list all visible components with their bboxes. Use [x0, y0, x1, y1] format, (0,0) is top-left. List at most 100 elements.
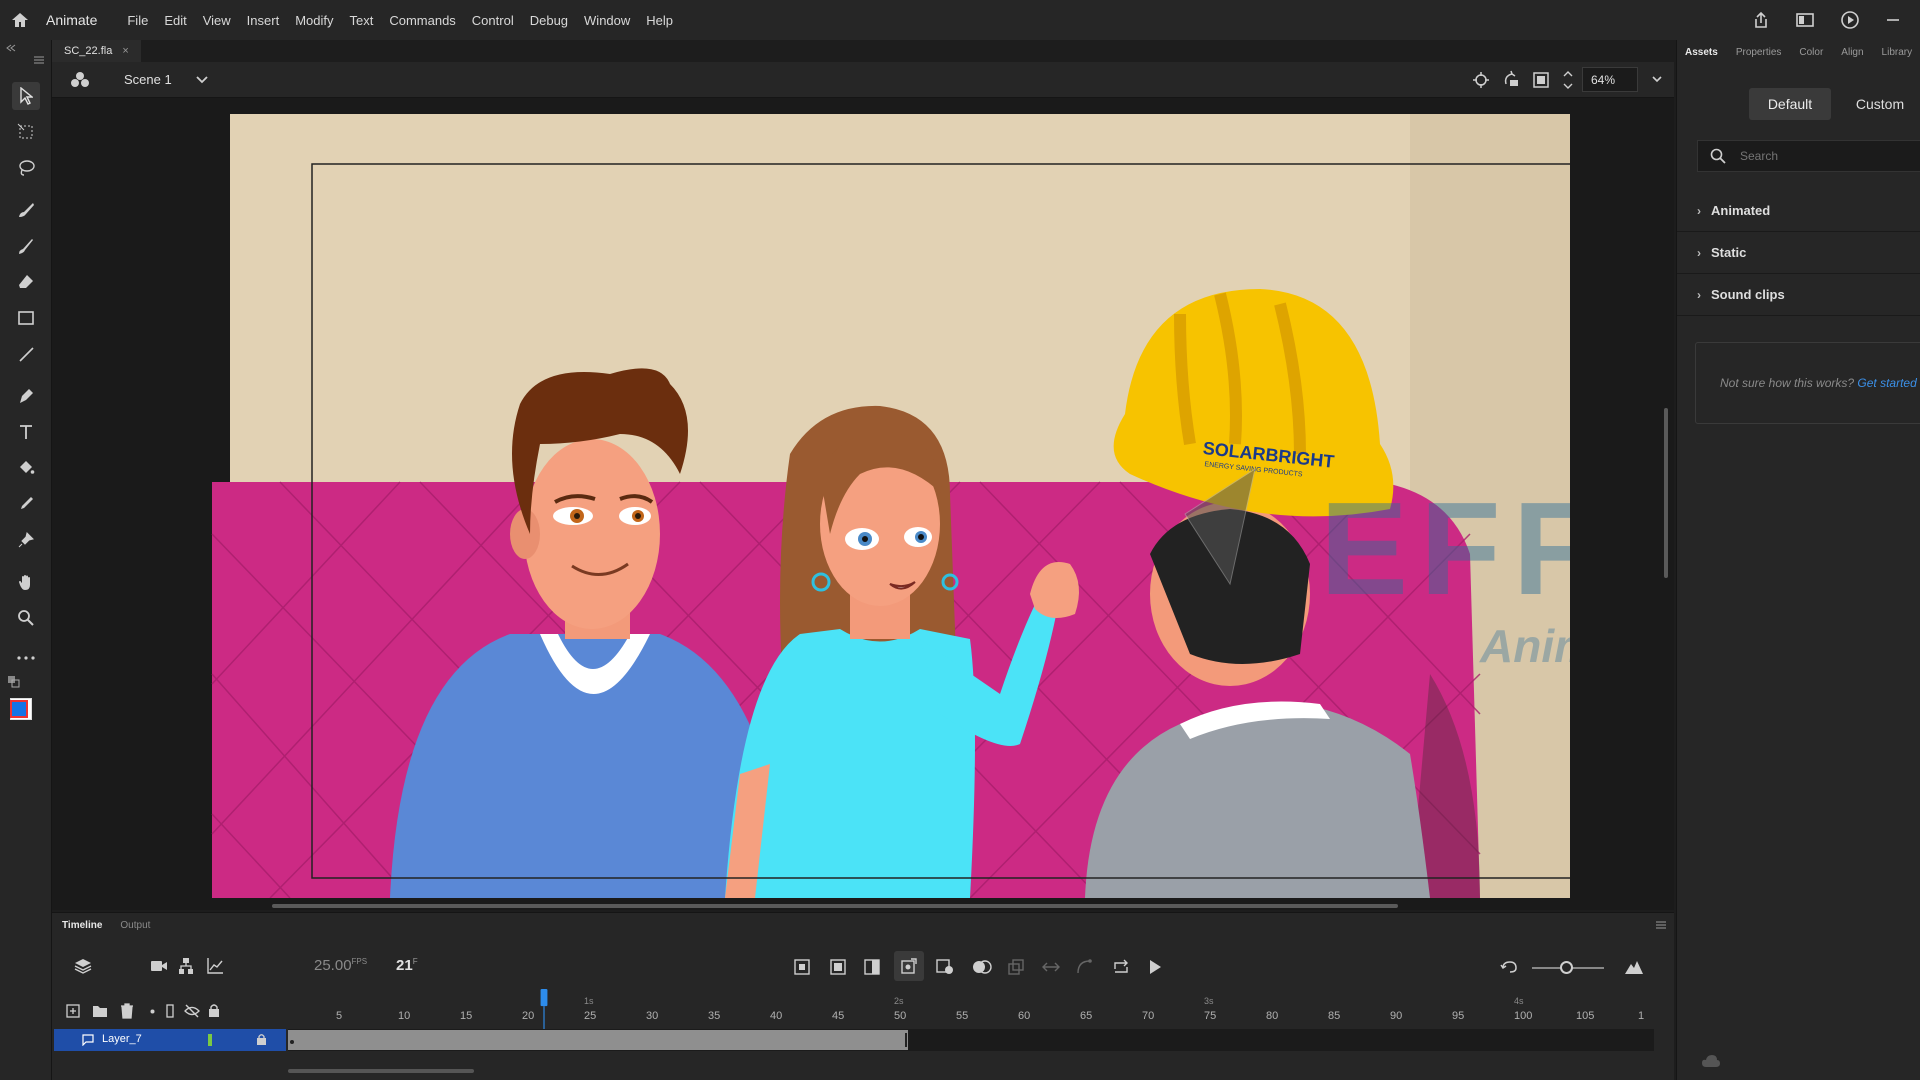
scene-dropdown-chevron-icon[interactable] [196, 76, 208, 84]
pasteboard[interactable]: SOLARBRIGHT ENERGY SAVING PRODUCTS EFFE … [52, 98, 1674, 910]
tab-properties[interactable]: Properties [1728, 47, 1792, 58]
workspace-icon[interactable] [1796, 12, 1814, 28]
section-static[interactable]: › Static [1677, 232, 1920, 274]
edit-multiple-frames-icon[interactable] [1008, 959, 1024, 975]
insert-keyframe-button[interactable] [894, 951, 924, 981]
onion-skin-icon[interactable] [864, 959, 880, 975]
menu-file[interactable]: File [127, 13, 148, 28]
brush-tool[interactable] [12, 232, 40, 260]
free-transform-tool[interactable] [12, 118, 40, 146]
frames-area[interactable] [288, 1029, 1654, 1051]
onion-skin-toggle-icon[interactable] [972, 959, 992, 975]
tools-menu-icon[interactable] [34, 56, 44, 64]
stage-vertical-scrollbar[interactable] [1664, 408, 1668, 578]
menu-window[interactable]: Window [584, 13, 630, 28]
default-colors-icon[interactable] [8, 676, 20, 688]
get-started-link[interactable]: Get started [1857, 376, 1916, 390]
search-input[interactable] [1740, 149, 1900, 163]
layer-lock-icon[interactable] [256, 1033, 267, 1046]
tab-output[interactable]: Output [110, 920, 158, 931]
layer-row[interactable]: Layer_7 [54, 1029, 286, 1051]
menu-modify[interactable]: Modify [295, 13, 333, 28]
delete-layer-icon[interactable] [120, 1003, 134, 1019]
test-movie-icon[interactable] [1840, 10, 1860, 30]
custom-segment-button[interactable]: Custom [1841, 88, 1919, 120]
camera-icon[interactable] [150, 959, 168, 973]
section-animated[interactable]: › Animated [1677, 190, 1920, 232]
menu-view[interactable]: View [203, 13, 231, 28]
layer-parenting-icon[interactable] [178, 957, 194, 975]
undo-timeline-icon[interactable] [1500, 959, 1518, 975]
layers-icon[interactable] [74, 957, 92, 975]
zoom-stepper-icon[interactable] [1562, 68, 1574, 92]
hand-tool[interactable] [12, 568, 40, 596]
menu-edit[interactable]: Edit [164, 13, 186, 28]
stage-horizontal-scrollbar[interactable] [272, 904, 1398, 908]
frame-zoom-slider-handle[interactable] [1560, 961, 1573, 974]
step-back-icon[interactable] [830, 959, 846, 975]
go-to-first-frame-icon[interactable] [794, 959, 810, 975]
text-tool[interactable] [12, 418, 40, 446]
menu-debug[interactable]: Debug [530, 13, 568, 28]
collapse-tools-icon[interactable] [6, 44, 16, 52]
frame-rate[interactable]: 25.00FPS [314, 957, 367, 974]
keyframe-marker[interactable] [290, 1040, 294, 1044]
frame-ruler[interactable]: 5 10 15 20 25 30 35 40 45 50 55 60 65 70 75 80 85 90 95 100… [288, 995, 1654, 1027]
rectangle-tool[interactable] [12, 304, 40, 332]
tab-timeline[interactable]: Timeline [52, 920, 110, 931]
selection-tool[interactable] [12, 82, 40, 110]
fill-color-swatch[interactable] [10, 700, 28, 718]
clear-keyframe-icon[interactable] [936, 959, 954, 975]
close-tab-icon[interactable]: × [122, 45, 128, 57]
eraser-tool[interactable] [12, 268, 40, 296]
new-layer-icon[interactable] [66, 1004, 80, 1018]
menu-commands[interactable]: Commands [389, 13, 455, 28]
rotate-stage-icon[interactable] [1502, 70, 1522, 90]
paint-bucket-tool[interactable] [12, 454, 40, 482]
playhead[interactable] [538, 989, 550, 1029]
hide-layer-icon[interactable] [184, 1004, 200, 1018]
minimize-icon[interactable] [1886, 13, 1900, 27]
zoom-dropdown-chevron-icon[interactable] [1652, 76, 1662, 83]
layer-color-marker[interactable] [208, 1034, 212, 1046]
menu-insert[interactable]: Insert [247, 13, 280, 28]
outline-layer-icon[interactable] [166, 1004, 174, 1018]
timeline-horizontal-scrollbar[interactable] [288, 1069, 474, 1073]
section-sound-clips[interactable]: › Sound clips [1677, 274, 1920, 316]
stage-canvas[interactable]: SOLARBRIGHT ENERGY SAVING PRODUCTS EFFE … [180, 114, 1570, 898]
play-icon[interactable] [1148, 959, 1162, 975]
frame-span[interactable] [288, 1030, 908, 1050]
home-button[interactable] [2, 0, 38, 40]
paint-brush-tool[interactable] [12, 196, 40, 224]
lasso-tool[interactable] [12, 154, 40, 182]
scene-name[interactable]: Scene 1 [124, 72, 172, 87]
menu-control[interactable]: Control [472, 13, 514, 28]
more-tools-button[interactable] [12, 644, 40, 672]
fit-frames-icon[interactable] [1624, 959, 1644, 975]
menu-help[interactable]: Help [646, 13, 673, 28]
graph-icon[interactable] [206, 957, 224, 975]
zoom-input[interactable]: 64% [1582, 67, 1638, 92]
eyedropper-tool[interactable] [12, 490, 40, 518]
timeline-menu-icon[interactable] [1656, 921, 1666, 929]
tween-icon[interactable] [1042, 959, 1060, 975]
cloud-icon[interactable] [1701, 1054, 1721, 1068]
clip-content-icon[interactable] [1532, 71, 1550, 89]
assets-search[interactable] [1697, 140, 1920, 172]
tab-align[interactable]: Align [1833, 47, 1873, 58]
edit-scene-icon[interactable] [70, 71, 90, 89]
lock-layer-icon[interactable] [208, 1003, 220, 1018]
pen-tool[interactable] [12, 382, 40, 410]
zoom-tool[interactable] [12, 604, 40, 632]
highlight-layer-icon[interactable] [150, 1009, 155, 1014]
document-tab[interactable]: SC_22.fla × [52, 40, 141, 62]
pin-tool[interactable] [12, 526, 40, 554]
menu-text[interactable]: Text [349, 13, 373, 28]
tab-library[interactable]: Library [1874, 47, 1920, 58]
tab-color[interactable]: Color [1791, 47, 1833, 58]
line-tool[interactable] [12, 340, 40, 368]
default-segment-button[interactable]: Default [1749, 88, 1831, 120]
tab-assets[interactable]: Assets [1677, 47, 1728, 58]
center-stage-icon[interactable] [1472, 71, 1490, 89]
share-icon[interactable] [1752, 11, 1770, 29]
